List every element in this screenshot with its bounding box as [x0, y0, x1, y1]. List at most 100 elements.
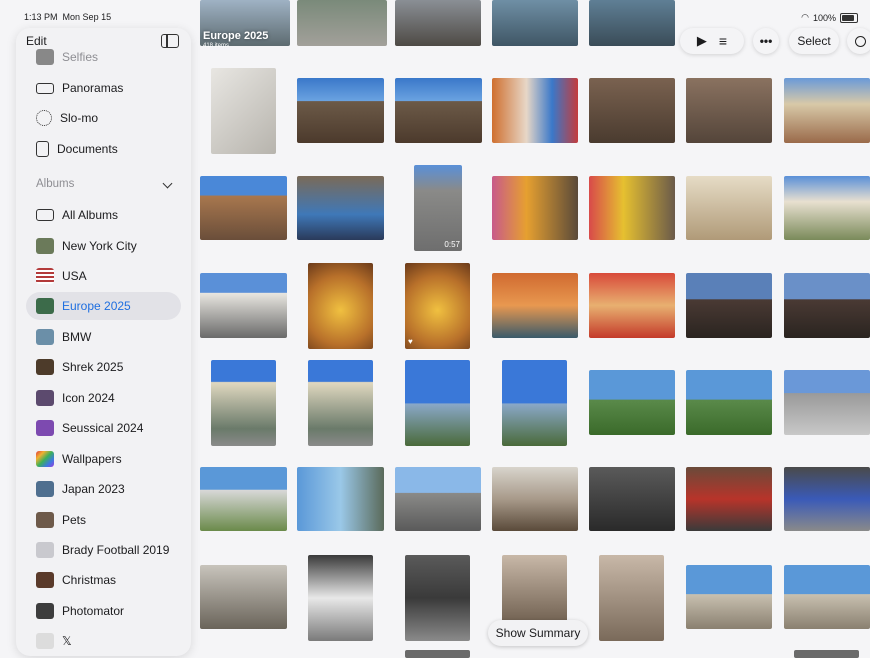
album-thumbnail	[36, 572, 54, 588]
sidebar-item-seussical-2024[interactable]: Seussical 2024	[26, 414, 181, 442]
photo-thumbnail[interactable]	[308, 555, 373, 641]
wifi-icon: ◠	[801, 12, 809, 22]
sidebar-item-all-albums[interactable]: All Albums	[26, 201, 181, 229]
photo-thumbnail[interactable]	[405, 650, 470, 658]
photo-thumbnail[interactable]	[297, 78, 384, 143]
sidebar-item-pets[interactable]: Pets	[26, 506, 181, 534]
photo-thumbnail[interactable]	[686, 273, 772, 338]
sidebar-item-x[interactable]: 𝕏	[26, 627, 181, 655]
photo-thumbnail[interactable]	[784, 78, 870, 143]
album-thumbnail	[36, 420, 54, 436]
photo-thumbnail[interactable]	[686, 176, 772, 240]
photo-thumbnail[interactable]	[599, 555, 664, 641]
photo-thumbnail[interactable]	[784, 273, 870, 338]
sidebar: Edit Selfies Panoramas Slo-mo Documents …	[16, 28, 191, 656]
slideshow-controls: ▶ ≡	[680, 28, 744, 54]
selfie-icon	[36, 49, 54, 65]
album-title: Europe 2025	[203, 30, 269, 42]
albums-stack-icon	[36, 209, 54, 221]
photo-thumbnail[interactable]	[297, 176, 384, 240]
photo-thumbnail[interactable]: ♥	[405, 263, 470, 349]
play-icon[interactable]: ▶	[697, 33, 707, 49]
photo-thumbnail[interactable]	[211, 360, 276, 446]
photo-grid: 0:57 ♥	[195, 0, 870, 658]
sidebar-item-usa[interactable]: USA	[26, 262, 181, 290]
sidebar-item-icon-2024[interactable]: Icon 2024	[26, 384, 181, 412]
album-thumbnail	[36, 329, 54, 345]
sidebar-item-wallpapers[interactable]: Wallpapers	[26, 445, 181, 473]
photo-thumbnail[interactable]	[200, 467, 287, 531]
photo-thumbnail[interactable]	[405, 360, 470, 446]
photo-thumbnail[interactable]	[297, 467, 384, 531]
album-thumbnail	[36, 481, 54, 497]
sidebar-item-photomator[interactable]: Photomator	[26, 597, 181, 625]
show-summary-button[interactable]: Show Summary	[488, 620, 588, 646]
album-thumbnail	[36, 542, 54, 558]
albums-section-header: Albums	[36, 178, 75, 190]
status-time: 1:13 PM Mon Sep 15	[24, 12, 112, 22]
battery-percent: 100%	[812, 12, 836, 23]
photo-thumbnail[interactable]	[784, 370, 870, 435]
search-icon	[854, 35, 866, 47]
album-thumbnail	[36, 238, 54, 254]
chevron-down-icon[interactable]	[162, 178, 173, 189]
sidebar-item-new-york-city[interactable]: New York City	[26, 232, 181, 260]
album-thumbnail	[36, 633, 54, 649]
photo-thumbnail[interactable]	[502, 360, 567, 446]
sidebar-item-shrek-2025[interactable]: Shrek 2025	[26, 353, 181, 381]
more-button[interactable]: •••	[753, 28, 779, 54]
filter-list-icon[interactable]: ≡	[719, 33, 727, 49]
heart-icon: ♥	[408, 337, 413, 346]
album-thumbnail	[36, 451, 54, 467]
album-item-count: 418 items	[203, 43, 230, 49]
album-thumbnail	[36, 298, 54, 314]
slomo-icon	[36, 110, 52, 126]
photo-thumbnail[interactable]	[492, 273, 578, 338]
photo-thumbnail[interactable]	[784, 565, 870, 629]
sidebar-item-selfies[interactable]: Selfies	[26, 43, 181, 71]
status-indicators: ◠ 100%	[801, 12, 858, 23]
sidebar-item-documents[interactable]: Documents	[26, 135, 181, 163]
sidebar-item-europe-2025[interactable]: Europe 2025	[26, 292, 181, 320]
sidebar-item-brady-football-2019[interactable]: Brady Football 2019	[26, 536, 181, 564]
photo-thumbnail[interactable]	[200, 273, 287, 338]
sidebar-item-panoramas[interactable]: Panoramas	[26, 74, 181, 102]
photo-thumbnail[interactable]	[395, 78, 482, 143]
photo-thumbnail[interactable]	[686, 370, 772, 435]
photo-thumbnail[interactable]	[686, 565, 772, 629]
photo-thumbnail[interactable]	[794, 650, 859, 658]
photo-thumbnail[interactable]	[589, 467, 675, 531]
photo-thumbnail[interactable]	[589, 78, 675, 143]
photo-thumbnail[interactable]	[492, 78, 578, 143]
photo-thumbnail[interactable]	[308, 263, 373, 349]
document-icon	[36, 141, 49, 157]
ellipsis-icon: •••	[759, 34, 773, 48]
sidebar-item-bmw[interactable]: BMW	[26, 323, 181, 351]
photo-thumbnail[interactable]	[589, 176, 675, 240]
photo-thumbnail[interactable]	[686, 78, 772, 143]
photo-thumbnail[interactable]	[395, 467, 481, 531]
battery-icon	[840, 12, 858, 23]
photo-thumbnail[interactable]	[784, 467, 870, 531]
album-thumbnail	[36, 268, 54, 284]
album-thumbnail	[36, 359, 54, 375]
photo-thumbnail[interactable]	[308, 360, 373, 446]
photo-thumbnail[interactable]	[200, 176, 287, 240]
photo-thumbnail[interactable]	[589, 273, 675, 338]
photo-thumbnail[interactable]	[589, 370, 675, 435]
album-thumbnail	[36, 603, 54, 619]
search-button[interactable]	[847, 28, 870, 54]
photo-thumbnail[interactable]	[492, 176, 578, 240]
sidebar-item-christmas[interactable]: Christmas	[26, 566, 181, 594]
photo-thumbnail[interactable]	[686, 467, 772, 531]
video-thumbnail[interactable]: 0:57	[414, 165, 462, 251]
photo-thumbnail[interactable]	[784, 176, 870, 240]
sidebar-item-japan-2023[interactable]: Japan 2023	[26, 475, 181, 503]
photo-thumbnail[interactable]	[492, 467, 578, 531]
photo-thumbnail[interactable]	[405, 555, 470, 641]
select-button[interactable]: Select	[789, 28, 839, 54]
photo-thumbnail[interactable]	[211, 68, 276, 154]
sidebar-item-slomo[interactable]: Slo-mo	[26, 104, 181, 132]
photo-thumbnail[interactable]	[200, 565, 287, 629]
status-bar: 1:13 PM Mon Sep 15 ◠ 100%	[0, 0, 870, 30]
